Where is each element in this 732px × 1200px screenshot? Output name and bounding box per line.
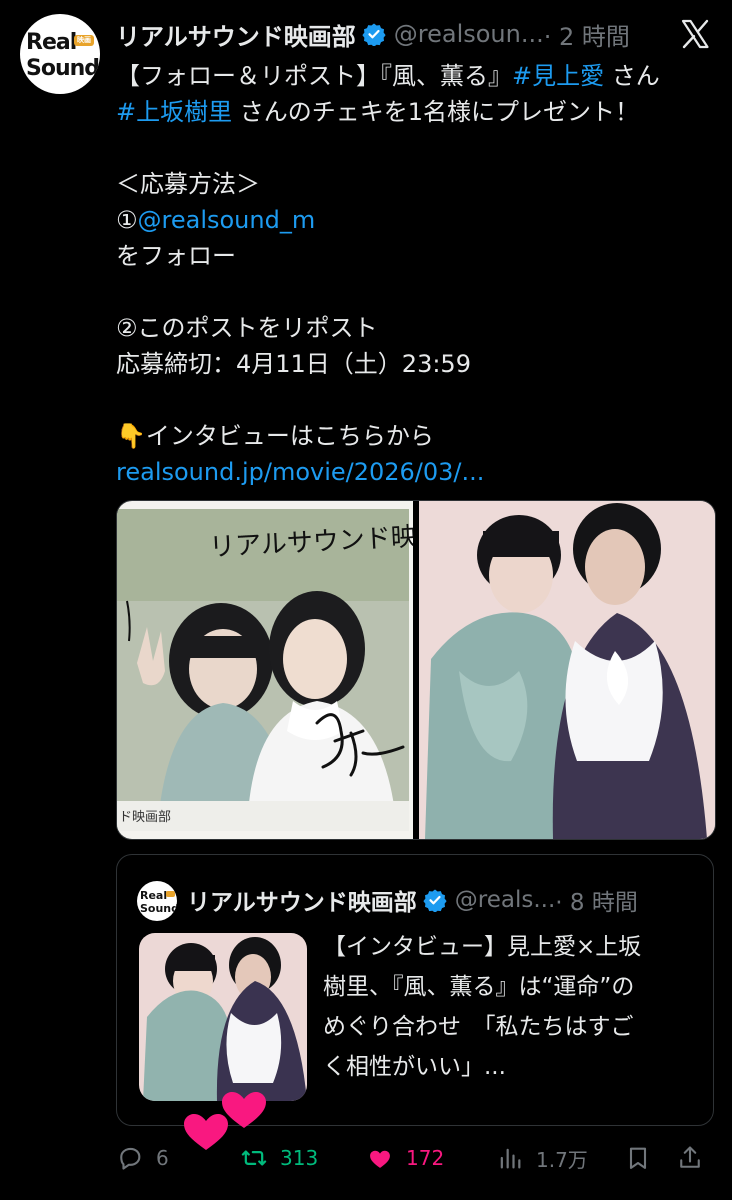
quoted-display-name[interactable]: リアルサウンド映画部	[187, 883, 417, 917]
post-timestamp[interactable]: · 2 時間	[544, 17, 630, 52]
repost-button[interactable]: 313	[240, 1138, 318, 1178]
views-count: 1.7万	[536, 1147, 588, 1172]
repost-count: 313	[280, 1146, 319, 1170]
verified-badge-icon	[423, 889, 447, 912]
views-chart-icon	[500, 1148, 521, 1169]
text-segment: さんのチェキを1名様にプレゼント！	[232, 98, 640, 126]
pointing-down-emoji: 👇	[116, 422, 146, 450]
quoted-text: 【インタビュー】見上愛×上坂 樹里、『風、薫る』は“運命”の めぐり合わせ 「私…	[323, 927, 695, 1087]
logo-text-sound: Sound	[26, 56, 100, 81]
post-line-2: #上坂樹里 さんのチェキを1名様にプレゼント！	[116, 94, 716, 130]
logo-tag	[166, 891, 175, 897]
quoted-header: リアルサウンド映画部 @reals... · 8 時間	[187, 883, 693, 917]
heart-icon	[370, 1150, 390, 1168]
post-line-3: ＜応募方法＞	[116, 170, 260, 198]
reply-icon	[120, 1147, 141, 1170]
reply-button[interactable]: 6	[116, 1138, 169, 1178]
verified-badge-icon	[362, 23, 386, 46]
post-header: リアルサウンド映画部 @realsoun... · 2 時間	[116, 16, 712, 52]
logo-text-real: Real	[26, 30, 77, 55]
post-line-9: realsound.jp/movie/2026/03/...	[116, 454, 716, 490]
quoted-handle[interactable]: @reals...	[455, 887, 556, 913]
quoted-timestamp[interactable]: · 8 時間	[555, 883, 638, 917]
views-button[interactable]: 1.7万	[496, 1138, 588, 1178]
reply-count: 6	[156, 1146, 169, 1170]
logo-tag: 映画部	[74, 35, 94, 55]
quoted-post[interactable]: Real Sound リアルサウンド映画部 @reals... · 8 時間 【…	[116, 854, 714, 1126]
portrait-photo[interactable]	[419, 501, 715, 839]
text-segment: インタビューはこちらから	[145, 422, 434, 450]
post-line-8: 👇インタビューはこちらから	[116, 418, 716, 454]
post-line-6: ②このポストをリポスト	[116, 314, 378, 342]
like-count: 172	[406, 1146, 445, 1170]
account-avatar[interactable]: Real 映画部 Sound	[20, 14, 100, 94]
quoted-avatar[interactable]: Real Sound	[137, 881, 177, 921]
post-line-5: をフォロー	[116, 242, 236, 270]
media-grid: リアルサウンド映 ド映画部	[116, 500, 716, 840]
share-button[interactable]	[676, 1138, 716, 1178]
logo-text-real: Real	[140, 889, 168, 902]
post-line-7: 応募締切：4月11日（土）23:59	[116, 350, 471, 378]
action-bar: 6 313 172 1.7万	[116, 1138, 716, 1178]
quoted-line: く相性がいい」...	[323, 1054, 506, 1080]
hashtag-link[interactable]: #見上愛	[512, 62, 604, 90]
quoted-line: 樹里、『風、薫る』は“運命”の	[323, 974, 635, 1000]
quoted-thumbnail[interactable]	[139, 933, 307, 1101]
quoted-line: めぐり合わせ 「私たちはすご	[323, 1014, 634, 1040]
bookmark-icon	[629, 1147, 647, 1169]
post-line-4: ①@realsound_m	[116, 202, 716, 238]
post-body: 【フォロー＆リポスト】『風、薫る』#見上愛 さん #上坂樹里 さんのチェキを1名…	[116, 58, 716, 490]
logo-text-sound: Sound	[140, 902, 177, 915]
x-logo-icon[interactable]	[680, 18, 712, 50]
text-segment: さん	[604, 62, 660, 90]
share-icon	[680, 1146, 700, 1168]
post-line-1: 【フォロー＆リポスト】『風、薫る』#見上愛 さん	[116, 58, 716, 94]
display-name[interactable]: リアルサウンド映画部	[116, 17, 356, 52]
cheki-photo[interactable]: リアルサウンド映 ド映画部	[117, 501, 413, 839]
like-button[interactable]: 172	[366, 1138, 444, 1178]
quoted-line: 【インタビュー】見上愛×上坂	[323, 934, 642, 960]
hashtag-link[interactable]: #上坂樹里	[116, 98, 232, 126]
repost-icon	[241, 1150, 267, 1166]
account-handle[interactable]: @realsoun...	[394, 20, 544, 48]
text-segment: 【フォロー＆リポスト】『風、薫る』	[116, 62, 512, 90]
cheki-footer-text: ド映画部	[119, 810, 171, 825]
mention-link[interactable]: @realsound_m	[138, 206, 316, 234]
bookmark-button[interactable]	[624, 1138, 664, 1178]
url-link[interactable]: realsound.jp/movie/2026/03/...	[116, 458, 484, 486]
text-segment: ①	[116, 206, 138, 234]
